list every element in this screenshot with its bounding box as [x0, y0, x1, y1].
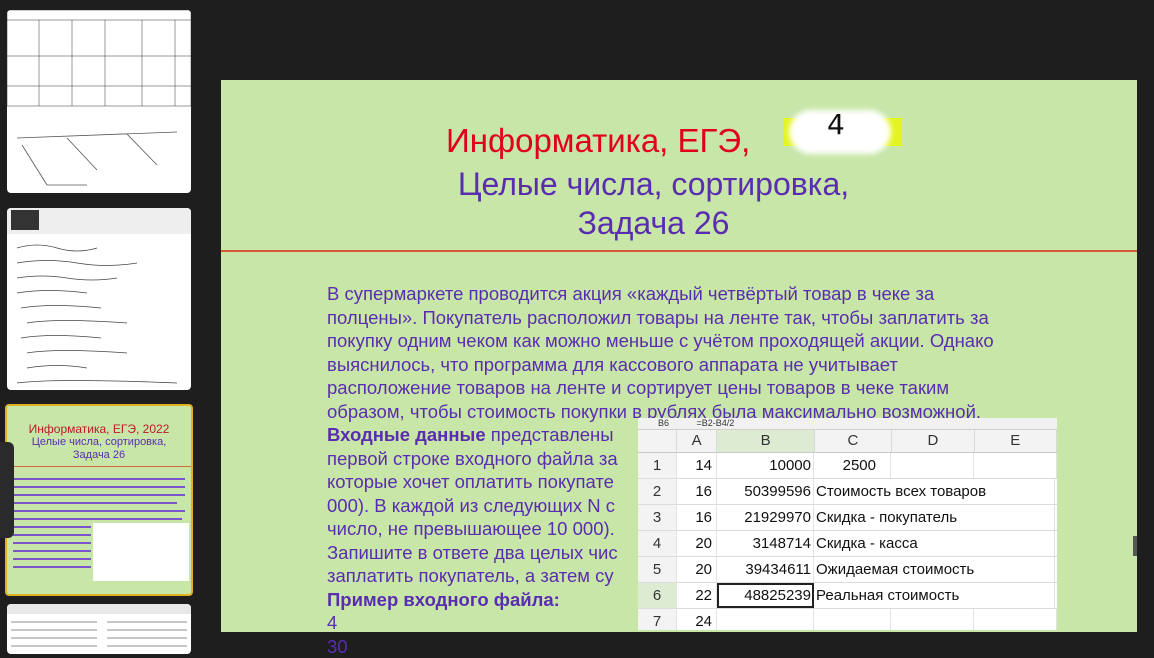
slide-title: Информатика, ЕГЭ,	[446, 122, 750, 160]
active-cell[interactable]: 48825239	[717, 583, 814, 608]
cell[interactable]	[717, 609, 814, 630]
cell[interactable]: 16	[677, 505, 717, 530]
thumbnail-title: Информатика, ЕГЭ, 2022	[7, 422, 191, 436]
table-row: 2 16 50399596 Стоимость всех товаров	[638, 479, 1057, 505]
thumbnail-handwritten-slide[interactable]	[7, 208, 191, 390]
scrollbar-thumb[interactable]	[1133, 536, 1137, 556]
cell[interactable]: Скидка - касса	[814, 531, 1055, 556]
cell[interactable]: 22	[677, 583, 717, 608]
slide-subtitle-2: Задача 26	[221, 205, 1086, 242]
text-line: выяснилось, что программа для кассового …	[327, 353, 1127, 377]
row-header[interactable]: 5	[638, 557, 677, 582]
column-header-d[interactable]: D	[892, 430, 974, 452]
thumbnail-table-slide[interactable]	[7, 10, 191, 193]
spreadsheet-page-image	[7, 604, 191, 654]
cell[interactable]: 10000	[717, 453, 814, 478]
row-header[interactable]: 7	[638, 609, 677, 630]
column-header-e[interactable]: E	[975, 430, 1057, 452]
cell[interactable]	[891, 453, 974, 478]
row-header[interactable]: 3	[638, 505, 677, 530]
table-row: 5 20 39434611 Ожидаемая стоимость	[638, 557, 1057, 583]
example-value: 30	[327, 635, 1127, 658]
input-data-label: Входные данные	[327, 424, 486, 445]
cell[interactable]	[974, 609, 1057, 630]
cell[interactable]: 20	[677, 557, 717, 582]
row-header[interactable]: 4	[638, 531, 677, 556]
row-header[interactable]: 1	[638, 453, 677, 478]
cell[interactable]: 14	[677, 453, 717, 478]
table-row: 4 20 3148714 Скидка - касса	[638, 531, 1057, 557]
text-line: покупку одним чеком как можно меньше с у…	[327, 329, 1127, 353]
text-line: полцены». Покупатель расположил товары н…	[327, 306, 1127, 330]
panel-collapse-handle[interactable]	[0, 442, 14, 538]
spreadsheet-overlay: B6 =B2-B4/2 A B C D E 1 14 10000 2500 2 …	[638, 418, 1057, 630]
cell[interactable]: Реальная стоимость	[814, 583, 1055, 608]
cell[interactable]: 24	[677, 609, 717, 630]
handwritten-page-image	[7, 208, 191, 390]
cell[interactable]: 50399596	[717, 479, 814, 504]
thumbnail-subtitle-2: Задача 26	[7, 449, 191, 462]
thumbnail-spreadsheet-slide[interactable]	[7, 604, 191, 654]
cell[interactable]: 21929970	[717, 505, 814, 530]
cell[interactable]: Ожидаемая стоимость	[814, 557, 1055, 582]
cell[interactable]: 3148714	[717, 531, 814, 556]
row-header[interactable]: 2	[638, 479, 677, 504]
cell[interactable]: Скидка - покупатель	[814, 505, 1055, 530]
formula-text: =B2-B4/2	[697, 418, 735, 428]
thumbnail-current-slide[interactable]: Информатика, ЕГЭ, 2022 Целые числа, сорт…	[5, 404, 193, 596]
cell[interactable]	[974, 453, 1057, 478]
thumbnail-subtitle-1: Целые числа, сортировка,	[7, 436, 191, 449]
row-header[interactable]: 6	[638, 583, 677, 608]
column-header-b[interactable]: B	[717, 430, 814, 452]
cell[interactable]	[891, 609, 974, 630]
cell-reference: B6	[658, 418, 669, 428]
cell[interactable]: Стоимость всех товаров	[814, 479, 1055, 504]
table-diagram-image	[7, 10, 191, 193]
cell[interactable]: 20	[677, 531, 717, 556]
title-divider	[221, 250, 1137, 252]
column-headers: A B C D E	[638, 430, 1057, 453]
formula-bar[interactable]: B6 =B2-B4/2	[638, 418, 1057, 430]
table-row: 1 14 10000 2500	[638, 453, 1057, 479]
cell[interactable]: 16	[677, 479, 717, 504]
pen-annotation: 4	[827, 108, 845, 141]
cell[interactable]: 2500	[814, 453, 891, 478]
cell[interactable]: 39434611	[717, 557, 814, 582]
column-header-c[interactable]: C	[815, 430, 892, 452]
table-row: 7 24	[638, 609, 1057, 630]
corner-cell[interactable]	[638, 430, 677, 452]
cell[interactable]	[814, 609, 891, 630]
column-header-a[interactable]: A	[677, 430, 718, 452]
text-line: расположение товаров на ленте и сортируе…	[327, 376, 1127, 400]
thumbnail-divider	[7, 466, 191, 467]
thumbnail-body-preview	[7, 471, 191, 591]
table-row-selected: 6 22 48825239 Реальная стоимость	[638, 583, 1057, 609]
text-line: В супермаркете проводится акция «каждый …	[327, 282, 1127, 306]
table-row: 3 16 21929970 Скидка - покупатель	[638, 505, 1057, 531]
input-data-text: представлены	[486, 424, 614, 445]
slide-thumbnails-panel: Информатика, ЕГЭ, 2022 Целые числа, сорт…	[0, 0, 200, 646]
slide-subtitle-1: Целые числа, сортировка,	[221, 166, 1086, 203]
